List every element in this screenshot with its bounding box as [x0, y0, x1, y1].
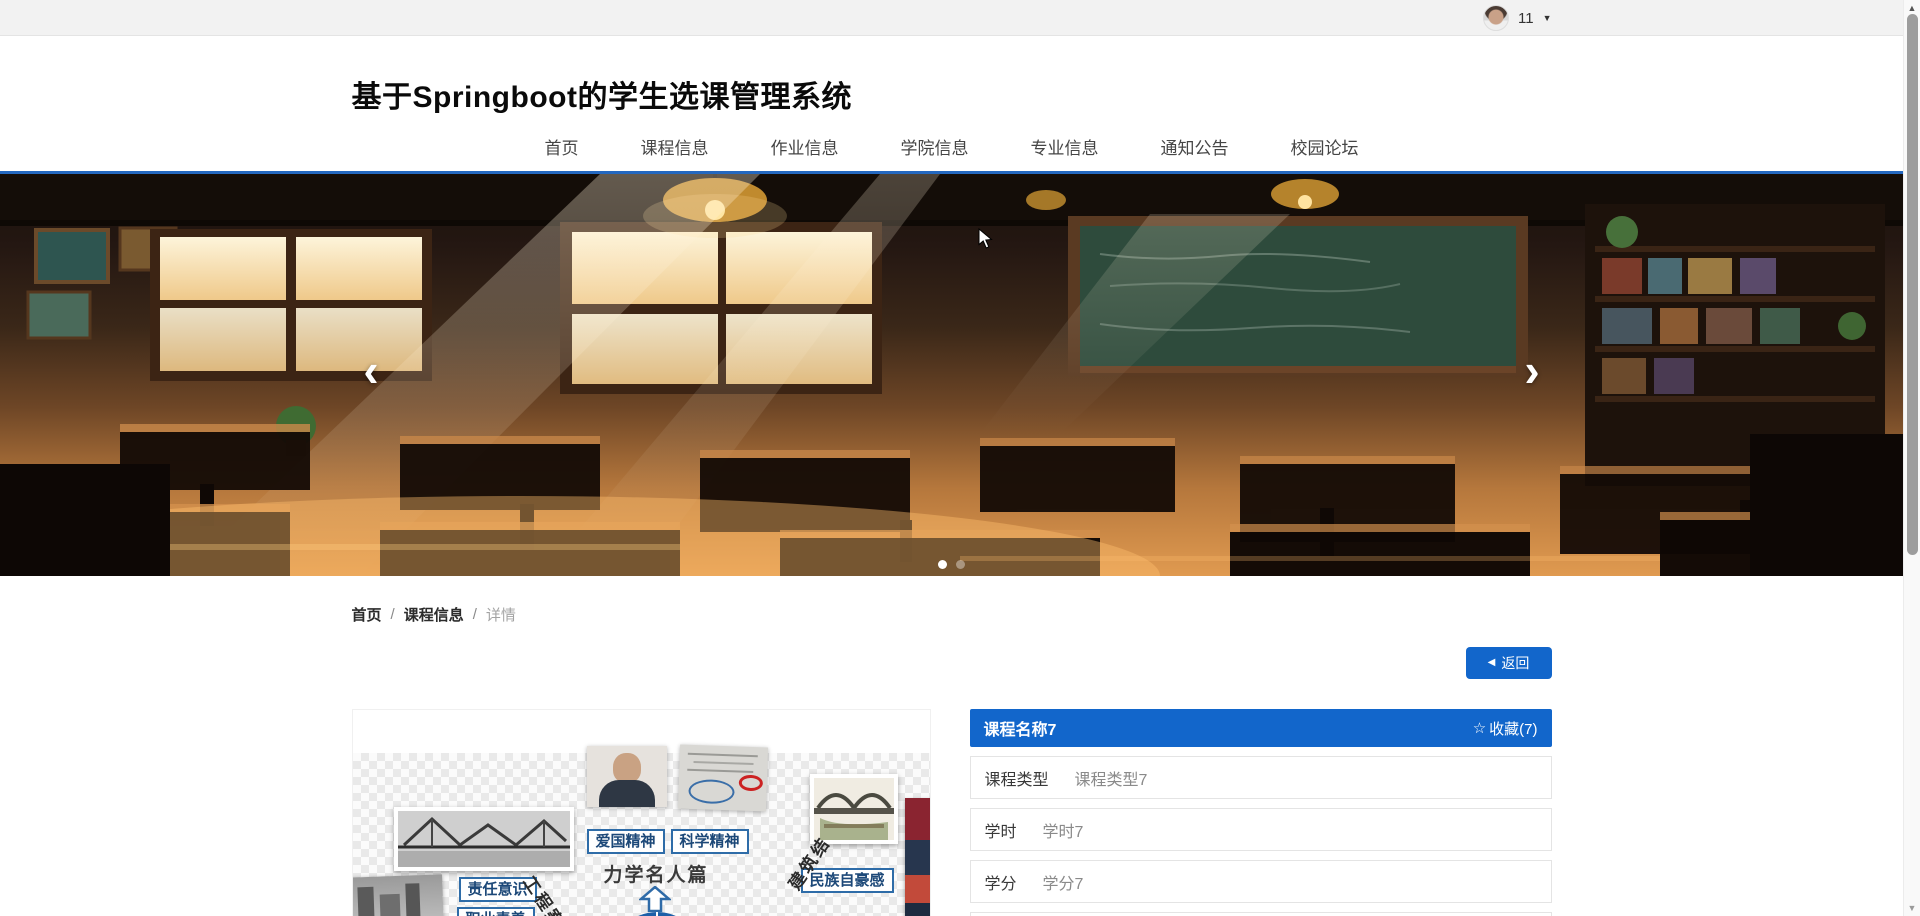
mouse-cursor-icon — [978, 227, 994, 255]
badge-science: 科学精神 — [670, 829, 749, 854]
scientist-portrait-photo — [586, 746, 667, 807]
watercolor-bridge-photo — [809, 774, 898, 844]
breadcrumb-separator: / — [472, 606, 477, 623]
course-type-label: 课程类型 — [984, 771, 1049, 789]
badge-professionalism: 职业素养 — [456, 907, 535, 916]
course-type-row: 课程类型 课程类型7 — [969, 756, 1552, 799]
course-hours-value: 学时7 — [1042, 823, 1084, 841]
breadcrumb-current: 详情 — [485, 607, 516, 624]
breadcrumb-separator: / — [390, 606, 395, 623]
course-credits-row: 学分 学分7 — [969, 860, 1552, 903]
page-title: 基于Springboot的学生选课管理系统 — [351, 81, 852, 114]
course-start-date-row: 开课时间 2025-03-13 — [969, 912, 1552, 916]
collage-caption: 力学名人篇 — [603, 865, 709, 886]
nav-item-college[interactable]: 学院信息 — [901, 140, 969, 157]
course-credits-label: 学分 — [984, 875, 1017, 893]
course-hours-label: 学时 — [984, 823, 1017, 841]
username: 11 — [1518, 9, 1534, 27]
classroom-carousel-image — [0, 174, 1903, 576]
carousel-dot-2[interactable] — [956, 560, 965, 569]
nav-item-homework[interactable]: 作业信息 — [771, 140, 839, 157]
nav-item-notice[interactable]: 通知公告 — [1161, 140, 1229, 157]
carousel-dot-1[interactable] — [938, 560, 947, 569]
course-header: 课程名称7 ☆ 收藏(7) — [969, 709, 1552, 747]
breadcrumb-course-link[interactable]: 课程信息 — [404, 604, 464, 625]
main-content: 首页 / 课程信息 / 详情 ◀ 返回 爱国精神 科学精神 力学名人篇 责任意识… — [351, 604, 1552, 916]
scrollbar-thumb[interactable] — [1907, 14, 1918, 555]
main-nav: 首页 课程信息 作业信息 学院信息 专业信息 通知公告 校园论坛 — [0, 140, 1903, 174]
carousel-prev-button[interactable]: ‹ — [348, 346, 394, 398]
course-hours-row: 学时 学时7 — [969, 808, 1552, 851]
favorite-button[interactable]: ☆ 收藏(7) — [1473, 718, 1538, 739]
breadcrumb-home-link[interactable]: 首页 — [352, 604, 382, 625]
poster-edge-photo — [904, 798, 930, 916]
site-header: 基于Springboot的学生选课管理系统 首页 课程信息 作业信息 学院信息 … — [0, 36, 1903, 174]
browser-page: 11 ▼ 基于Springboot的学生选课管理系统 首页 课程信息 作业信息 … — [0, 0, 1903, 916]
vertical-scrollbar[interactable]: ▲ ▼ — [1903, 0, 1920, 916]
badge-patriotism: 爱国精神 — [586, 829, 665, 854]
nav-item-major[interactable]: 专业信息 — [1031, 140, 1099, 157]
top-bar: 11 ▼ — [0, 0, 1903, 36]
course-type-value: 课程类型7 — [1074, 771, 1148, 789]
nav-item-forum[interactable]: 校园论坛 — [1291, 140, 1359, 157]
bw-city-photo — [352, 874, 444, 916]
breadcrumb: 首页 / 课程信息 / 详情 — [352, 604, 1552, 625]
bridge-photo — [393, 807, 574, 871]
carousel-dots — [0, 560, 1903, 569]
user-avatar[interactable] — [1483, 5, 1509, 31]
back-button-label: 返回 — [1501, 655, 1530, 671]
carousel-next-button[interactable]: › — [1509, 346, 1555, 398]
chevron-down-icon: ▼ — [1542, 13, 1552, 23]
nav-item-courses[interactable]: 课程信息 — [641, 140, 709, 157]
back-arrow-icon: ◀ — [1487, 657, 1496, 668]
scrollbar-up-icon[interactable]: ▲ — [1904, 3, 1920, 13]
favorite-label: 收藏(7) — [1489, 720, 1538, 738]
course-info-panel: 课程名称7 ☆ 收藏(7) 课程类型 课程类型7 学时 学时7 学分 学分7 — [969, 709, 1552, 916]
scrollbar-down-icon[interactable]: ▼ — [1904, 903, 1920, 913]
course-image: 爱国精神 科学精神 力学名人篇 责任意识 职业素养 工程案例篇 — [351, 709, 931, 916]
back-button[interactable]: ◀ 返回 — [1465, 647, 1552, 679]
course-name: 课程名称7 — [983, 722, 1057, 739]
handwritten-letter-photo — [677, 744, 768, 812]
nav-item-home[interactable]: 首页 — [545, 140, 579, 157]
hero-carousel: ‹ › — [0, 174, 1903, 576]
star-icon: ☆ — [1472, 720, 1487, 737]
user-menu[interactable]: 11 ▼ — [1483, 5, 1552, 31]
course-credits-value: 学分7 — [1042, 875, 1084, 893]
